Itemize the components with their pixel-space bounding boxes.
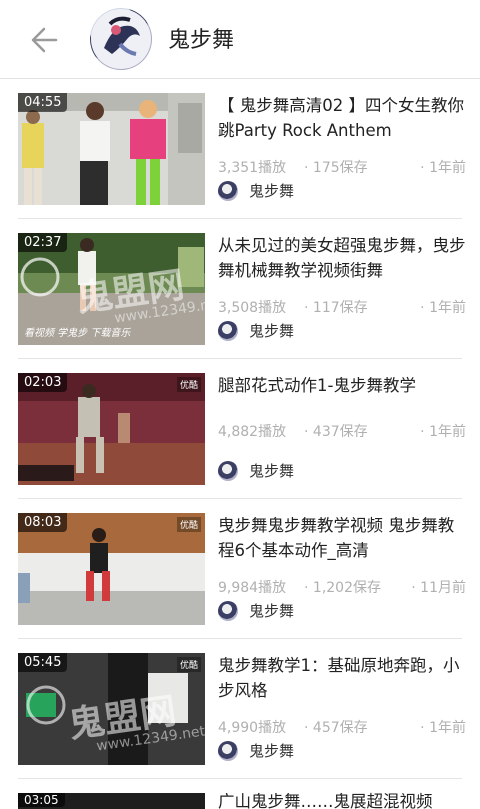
video-title[interactable]: 曳步舞鬼步舞教学视频 鬼步舞教程6个基本动作_高清: [218, 513, 468, 563]
author-avatar: [218, 181, 238, 201]
author-avatar: [218, 741, 238, 761]
play-count: 3,351播放: [218, 160, 287, 176]
video-thumbnail[interactable]: 03:05: [18, 793, 205, 809]
save-count: · 437保存: [304, 424, 368, 440]
publish-time: · 1年前: [420, 160, 466, 176]
save-count: · 175保存: [304, 160, 368, 176]
save-count: · 117保存: [304, 300, 368, 316]
publish-time: · 1年前: [420, 300, 466, 316]
author-name: 鬼步舞: [249, 322, 295, 340]
video-duration: 05:45: [18, 653, 68, 672]
play-count: 9,984播放: [218, 580, 287, 596]
video-thumbnail[interactable]: 02:03 优酷: [18, 373, 205, 485]
save-count: · 1,202保存: [304, 580, 381, 596]
author-avatar: [218, 601, 238, 621]
save-count: · 457保存: [304, 720, 368, 736]
dancer-logo-icon: [91, 9, 151, 69]
video-item[interactable]: 02:03 优酷 腿部花式动作1-鬼步舞教学 4,882播放 · 437保存 ·…: [0, 359, 480, 499]
author-avatar: [218, 461, 238, 481]
video-thumbnail[interactable]: 05:45 优酷 鬼盟网 www.12349.net: [18, 653, 205, 765]
back-arrow-icon: [31, 27, 58, 53]
video-item[interactable]: 08:03 优酷 曳步舞鬼步舞教学视频 鬼步舞教程6个基本动作_高清 9,984…: [0, 499, 480, 639]
video-title[interactable]: 广山鬼步舞……鬼展超混视频: [218, 789, 468, 809]
author-name: 鬼步舞: [249, 602, 295, 620]
play-count: 4,882播放: [218, 424, 287, 440]
video-item[interactable]: 04:55 【 鬼步舞高清02 】四个女生教你跳Party Rock Anthe…: [0, 79, 480, 219]
video-thumbnail[interactable]: 08:03 优酷: [18, 513, 205, 625]
channel-watermark: 优酷: [176, 377, 201, 392]
author-name: 鬼步舞: [249, 742, 295, 760]
video-duration: 02:03: [18, 373, 68, 392]
app-header: 鬼步舞: [0, 0, 480, 79]
video-title[interactable]: 鬼步舞教学1：基础原地奔跑，小步风格: [218, 653, 468, 703]
video-item[interactable]: 05:45 优酷 鬼盟网 www.12349.net 鬼步舞教学1：基础原地奔跑…: [0, 639, 480, 779]
video-thumbnail[interactable]: 02:37 鬼盟网 www.12349.net 看视频 学鬼步 下载音乐: [18, 233, 205, 345]
video-title[interactable]: 腿部花式动作1-鬼步舞教学: [218, 373, 468, 398]
video-thumbnail[interactable]: 04:55: [18, 93, 205, 205]
publish-time: · 1年前: [420, 720, 466, 736]
thumbnail-subtitle: 看视频 学鬼步 下载音乐: [24, 328, 131, 339]
publish-time: · 1年前: [420, 424, 466, 440]
video-duration: 04:55: [18, 93, 68, 112]
publish-time: · 11月前: [411, 580, 466, 596]
play-count: 4,990播放: [218, 720, 287, 736]
author-name: 鬼步舞: [249, 462, 295, 480]
video-title[interactable]: 【 鬼步舞高清02 】四个女生教你跳Party Rock Anthem: [218, 93, 468, 143]
channel-watermark: 优酷: [176, 517, 201, 532]
play-count: 3,508播放: [218, 300, 287, 316]
video-title[interactable]: 从未见过的美女超强鬼步舞，曳步舞机械舞教学视频街舞: [218, 233, 468, 283]
back-button[interactable]: [24, 20, 64, 60]
video-duration: 03:05: [18, 793, 65, 807]
video-item[interactable]: 03:05 广山鬼步舞……鬼展超混视频: [0, 779, 480, 809]
author-avatar: [218, 321, 238, 341]
video-duration: 02:37: [18, 233, 68, 252]
channel-avatar[interactable]: [90, 8, 152, 70]
author-name: 鬼步舞: [249, 182, 295, 200]
video-duration: 08:03: [18, 513, 68, 532]
video-item[interactable]: 02:37 鬼盟网 www.12349.net 看视频 学鬼步 下载音乐 从未见…: [0, 219, 480, 359]
channel-watermark: 优酷: [176, 657, 201, 672]
page-title: 鬼步舞: [168, 28, 235, 53]
